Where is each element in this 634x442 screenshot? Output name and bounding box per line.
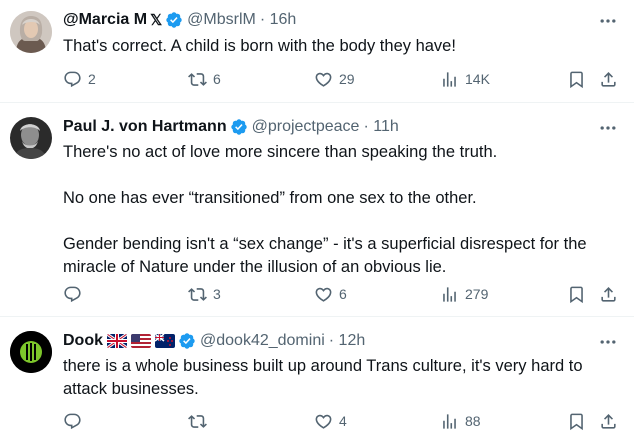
share-button[interactable] bbox=[599, 283, 618, 305]
tweet-text: there is a whole business built up aroun… bbox=[63, 355, 623, 401]
share-icon bbox=[599, 412, 618, 431]
author-name[interactable]: Dook bbox=[63, 332, 103, 350]
bookmark-icon bbox=[567, 70, 586, 89]
repost-icon bbox=[188, 412, 207, 431]
x-logo-icon: 𝕏 bbox=[150, 12, 163, 29]
uk-flag-icon bbox=[107, 334, 127, 348]
tweet-paragraph: There's no act of love more sincere than… bbox=[63, 143, 498, 161]
like-count: 4 bbox=[339, 413, 347, 429]
avatar[interactable] bbox=[10, 117, 52, 159]
tweet-paragraph: No one has ever “transitioned” from one … bbox=[63, 189, 477, 207]
repost-icon bbox=[188, 70, 207, 89]
action-bar: 3 6 279 bbox=[63, 283, 626, 305]
reply-button[interactable] bbox=[63, 410, 82, 432]
share-button[interactable] bbox=[599, 68, 618, 90]
tweet-text: That's correct. A child is born with the… bbox=[63, 35, 623, 58]
tweet-header: @Marcia M 𝕏 @MbsrlM · 16h bbox=[63, 10, 296, 30]
repost-button[interactable] bbox=[188, 410, 207, 432]
avatar[interactable] bbox=[10, 11, 52, 53]
views-button[interactable]: 88 bbox=[440, 410, 481, 432]
nz-flag-icon bbox=[155, 334, 175, 348]
views-button[interactable]: 14K bbox=[440, 68, 490, 90]
heart-icon bbox=[314, 70, 333, 89]
reply-icon bbox=[63, 285, 82, 304]
bookmark-button[interactable] bbox=[567, 68, 586, 90]
green-circle-logo-icon bbox=[10, 331, 52, 373]
heart-icon bbox=[314, 285, 333, 304]
like-button[interactable]: 29 bbox=[314, 68, 355, 90]
timestamp[interactable]: · 12h bbox=[329, 332, 365, 350]
timestamp[interactable]: · 16h bbox=[260, 11, 296, 29]
author-handle[interactable]: @projectpeace bbox=[252, 118, 360, 136]
tweet-header: Dook @dook42_domini · 12h bbox=[63, 331, 365, 351]
more-options-icon[interactable] bbox=[598, 118, 618, 138]
bookmark-icon bbox=[567, 285, 586, 304]
tweet-header: Paul J. von Hartmann @projectpeace · 11h bbox=[63, 117, 399, 137]
like-count: 29 bbox=[339, 71, 355, 87]
repost-button[interactable]: 3 bbox=[188, 283, 221, 305]
verified-badge-icon bbox=[230, 118, 248, 136]
views-button[interactable]: 279 bbox=[440, 283, 488, 305]
view-count: 279 bbox=[465, 286, 489, 302]
views-icon bbox=[440, 70, 459, 89]
bookmark-button[interactable] bbox=[567, 410, 586, 432]
share-icon bbox=[599, 285, 618, 304]
reply-button[interactable] bbox=[63, 283, 82, 305]
action-bar: 4 88 bbox=[63, 410, 626, 432]
repost-icon bbox=[188, 285, 207, 304]
verified-badge-icon bbox=[165, 11, 183, 29]
bookmark-button[interactable] bbox=[567, 283, 586, 305]
heart-icon bbox=[314, 412, 333, 431]
tweet-paragraph: Gender bending isn't a “sex change” - it… bbox=[63, 235, 587, 276]
more-options-icon[interactable] bbox=[598, 332, 618, 352]
author-handle[interactable]: @MbsrlM bbox=[187, 11, 256, 29]
us-flag-icon bbox=[131, 334, 151, 348]
bookmark-icon bbox=[567, 412, 586, 431]
tweet-1[interactable]: @Marcia M 𝕏 @MbsrlM · 16h That's correct… bbox=[0, 0, 634, 102]
like-button[interactable]: 4 bbox=[314, 410, 347, 432]
repost-count: 3 bbox=[213, 286, 221, 302]
views-icon bbox=[440, 412, 459, 431]
views-icon bbox=[440, 285, 459, 304]
tweet-2[interactable]: Paul J. von Hartmann @projectpeace · 11h… bbox=[0, 103, 634, 316]
tweet-3[interactable]: Dook @dook42_domini · 12h there is a who… bbox=[0, 317, 634, 442]
timestamp[interactable]: · 11h bbox=[363, 118, 398, 136]
tweet-paragraph: there is a whole business built up aroun… bbox=[63, 357, 583, 398]
author-name[interactable]: @Marcia M bbox=[63, 11, 147, 29]
reply-count: 2 bbox=[88, 71, 96, 87]
reply-icon bbox=[63, 412, 82, 431]
tweet-text: There's no act of love more sincere than… bbox=[63, 141, 623, 279]
tweet-paragraph: That's correct. A child is born with the… bbox=[63, 37, 456, 55]
repost-button[interactable]: 6 bbox=[188, 68, 221, 90]
action-bar: 2 6 29 14K bbox=[63, 68, 626, 90]
reply-icon bbox=[63, 70, 82, 89]
view-count: 14K bbox=[465, 71, 490, 87]
author-name[interactable]: Paul J. von Hartmann bbox=[63, 118, 227, 136]
avatar[interactable] bbox=[10, 331, 52, 373]
more-options-icon[interactable] bbox=[598, 11, 618, 31]
share-icon bbox=[599, 70, 618, 89]
like-count: 6 bbox=[339, 286, 347, 302]
like-button[interactable]: 6 bbox=[314, 283, 347, 305]
verified-badge-icon bbox=[178, 332, 196, 350]
view-count: 88 bbox=[465, 413, 481, 429]
author-handle[interactable]: @dook42_domini bbox=[200, 332, 325, 350]
repost-count: 6 bbox=[213, 71, 221, 87]
woman-portrait-icon bbox=[10, 11, 52, 53]
man-portrait-icon bbox=[10, 117, 52, 159]
share-button[interactable] bbox=[599, 410, 618, 432]
reply-button[interactable]: 2 bbox=[63, 68, 96, 90]
